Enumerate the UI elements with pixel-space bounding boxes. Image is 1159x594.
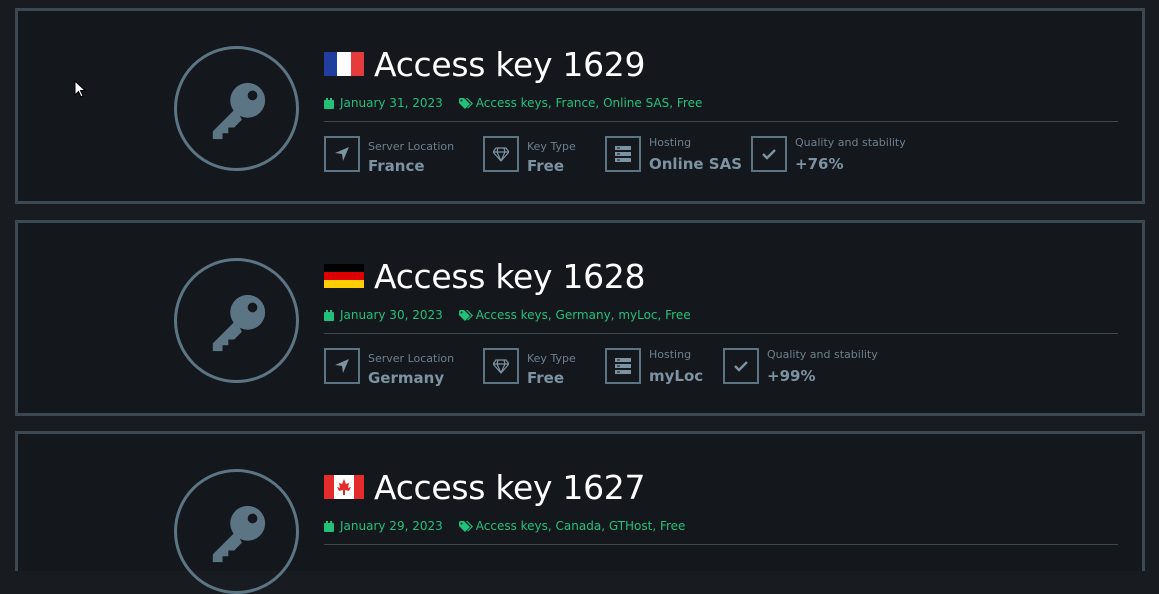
mouse-cursor-icon: [74, 80, 86, 98]
divider: [324, 121, 1118, 122]
calendar-icon: [324, 309, 334, 321]
post-date[interactable]: January 29, 2023: [340, 519, 443, 533]
canada-flag-icon: [324, 475, 364, 499]
attribute-value: Free: [527, 369, 565, 387]
attribute-label: Server Location: [368, 352, 455, 365]
attribute-value: Online SAS: [649, 155, 743, 173]
attribute-value: France: [368, 157, 425, 175]
card-title[interactable]: Access key 1629: [374, 45, 646, 84]
key-avatar[interactable]: [174, 258, 299, 383]
attribute-value: Free: [527, 157, 565, 175]
attribute-label: Key Type: [527, 352, 576, 365]
calendar-icon: [324, 97, 334, 109]
access-key-card: Access key 1629 January 31, 2023 Access …: [15, 8, 1145, 204]
divider: [324, 333, 1118, 334]
key-avatar[interactable]: [174, 469, 299, 594]
server-icon: [615, 146, 631, 162]
attribute-label: Hosting: [649, 348, 692, 361]
location-arrow-icon: [335, 147, 349, 161]
checkmark-icon: [762, 149, 776, 160]
post-tags[interactable]: Access keys, Germany, myLoc, Free: [476, 308, 691, 322]
location-arrow-icon: [335, 359, 349, 373]
attribute-label: Server Location: [368, 140, 455, 153]
attribute-value: +99%: [767, 367, 816, 385]
tags-icon: [458, 97, 473, 109]
germany-flag-icon: [324, 264, 364, 288]
calendar-icon: [324, 520, 334, 532]
divider: [324, 544, 1118, 545]
post-date[interactable]: January 31, 2023: [340, 96, 443, 110]
attribute-label: Hosting: [649, 136, 692, 149]
checkmark-icon: [734, 361, 748, 372]
diamond-icon: [493, 359, 509, 374]
attribute-label: Quality and stability: [767, 348, 878, 361]
key-icon: [212, 505, 266, 563]
key-avatar[interactable]: [174, 46, 299, 171]
key-icon: [212, 294, 266, 352]
post-tags[interactable]: Access keys, France, Online SAS, Free: [476, 96, 703, 110]
attribute-value: Germany: [368, 369, 445, 387]
server-icon: [615, 358, 631, 374]
card-title[interactable]: Access key 1627: [374, 468, 646, 507]
card-title[interactable]: Access key 1628: [374, 257, 646, 296]
attribute-label: Key Type: [527, 140, 576, 153]
tags-icon: [458, 520, 473, 532]
attribute-label: Quality and stability: [795, 136, 906, 149]
attribute-value: myLoc: [649, 367, 704, 385]
france-flag-icon: [324, 52, 364, 76]
key-icon: [212, 82, 266, 140]
access-key-card: Access key 1627 January 29, 2023 Access …: [15, 431, 1145, 594]
access-key-card: Access key 1628 January 30, 2023 Access …: [15, 220, 1145, 416]
tags-icon: [458, 309, 473, 321]
post-tags[interactable]: Access keys, Canada, GTHost, Free: [476, 519, 686, 533]
diamond-icon: [493, 147, 509, 162]
post-date[interactable]: January 30, 2023: [340, 308, 443, 322]
attribute-value: +76%: [795, 155, 844, 173]
